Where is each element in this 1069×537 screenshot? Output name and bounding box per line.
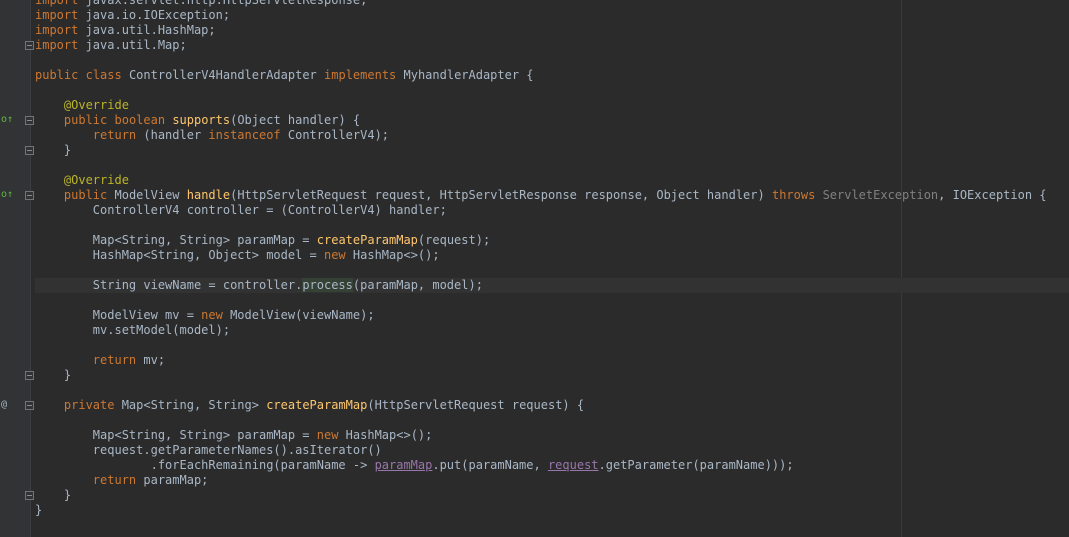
fold-icon[interactable] [25,41,34,50]
code-line[interactable]: import java.util.Map; [35,38,1069,53]
code-line[interactable]: public class ControllerV4HandlerAdapter … [35,68,1069,83]
code-line[interactable]: import javax.servlet.http.HttpServletRes… [35,0,1069,8]
code-line[interactable]: } [35,143,1069,158]
code-line[interactable]: return paramMap; [35,473,1069,488]
code-line[interactable] [35,158,1069,173]
code-line[interactable] [35,53,1069,68]
fold-icon[interactable] [25,491,34,500]
code-line[interactable]: ControllerV4 controller = (ControllerV4)… [35,203,1069,218]
code-line[interactable]: request.getParameterNames().asIterator() [35,443,1069,458]
code-line[interactable]: Map<String, String> paramMap = new HashM… [35,428,1069,443]
code-line[interactable]: } [35,488,1069,503]
code-line[interactable] [35,383,1069,398]
code-line[interactable]: public boolean supports(Object handler) … [35,113,1069,128]
fold-icon[interactable] [25,371,34,380]
code-line[interactable] [35,413,1069,428]
code-line[interactable] [35,293,1069,308]
code-line[interactable] [35,263,1069,278]
code-line[interactable]: HashMap<String, Object> model = new Hash… [35,248,1069,263]
code-line[interactable]: import java.util.HashMap; [35,23,1069,38]
fold-icon[interactable] [25,146,34,155]
code-line[interactable] [35,83,1069,98]
editor-gutter[interactable]: o↑ o↑ @ [0,0,34,537]
code-line[interactable]: return mv; [35,353,1069,368]
fold-icon[interactable] [25,191,34,200]
code-line[interactable]: return (handler instanceof ControllerV4)… [35,128,1069,143]
at-marker[interactable]: @ [1,397,7,412]
code-line[interactable]: @Override [35,98,1069,113]
code-line[interactable]: } [35,503,1069,518]
override-marker-handle[interactable]: o↑ [1,187,13,202]
code-line[interactable]: ModelView mv = new ModelView(viewName); [35,308,1069,323]
code-line[interactable]: } [35,368,1069,383]
code-line[interactable]: String viewName = controller.process(par… [35,278,1069,293]
code-line[interactable]: mv.setModel(model); [35,323,1069,338]
code-line[interactable]: @Override [35,173,1069,188]
override-marker-supports[interactable]: o↑ [1,112,13,127]
code-line[interactable]: import java.io.IOException; [35,8,1069,23]
fold-icon[interactable] [25,116,34,125]
code-line[interactable]: public ModelView handle(HttpServletReque… [35,188,1069,203]
code-editor[interactable]: import javax.servlet.http.HttpServletRes… [35,0,1069,518]
code-line[interactable]: .forEachRemaining(paramName -> paramMap.… [35,458,1069,473]
fold-icon[interactable] [25,401,34,410]
code-line[interactable] [35,218,1069,233]
code-line[interactable]: Map<String, String> paramMap = createPar… [35,233,1069,248]
code-line[interactable]: private Map<String, String> createParamM… [35,398,1069,413]
code-line[interactable] [35,338,1069,353]
